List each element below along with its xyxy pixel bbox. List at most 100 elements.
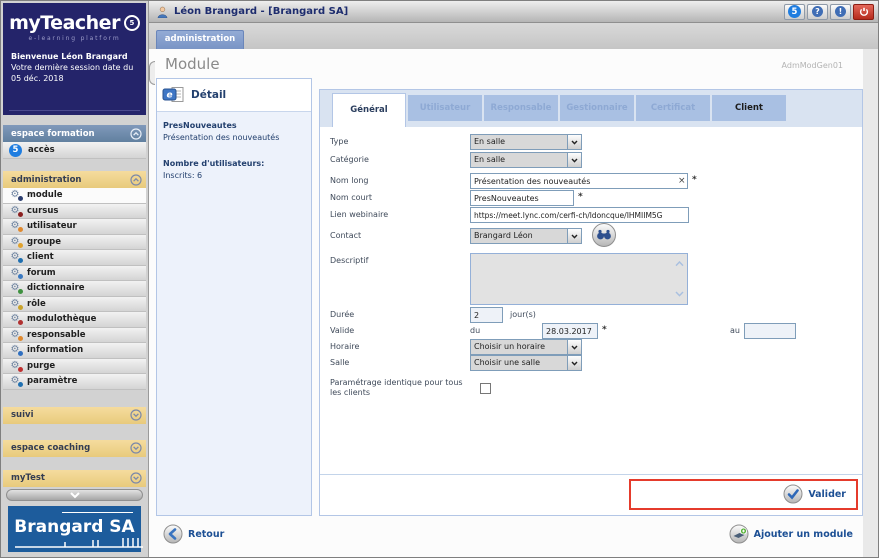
help-button[interactable]: ? [807, 4, 828, 20]
detail-icon: e [162, 86, 185, 104]
clear-icon[interactable]: × [678, 177, 686, 186]
detail-panel: e Détail PresNouveautes Présentation des… [156, 78, 312, 516]
required-asterisk: * [578, 192, 583, 202]
tab-certificat[interactable]: Certificat [636, 95, 710, 121]
tab-client[interactable]: Client [712, 95, 786, 121]
sidebar-item-groupe[interactable]: ⚙groupe [3, 235, 146, 251]
sidebar-item-client[interactable]: ⚙client [3, 250, 146, 266]
valider-button[interactable]: Valider [783, 484, 846, 504]
sidebar-section-espace-formation[interactable]: espace formation [3, 125, 146, 142]
lien-webinaire-label: Lien webinaire [330, 210, 472, 220]
tab-utilisateur[interactable]: Utilisateur [408, 95, 482, 121]
sidebar-item-information[interactable]: ⚙information [3, 343, 146, 359]
duree-label: Durée [330, 310, 472, 320]
tab-administration[interactable]: administration [156, 30, 244, 49]
cursus-icon: ⚙ [9, 206, 21, 216]
categorie-select[interactable]: En salle [470, 152, 582, 168]
type-label: Type [330, 137, 472, 147]
sidebar-item-cursus[interactable]: ⚙cursus [3, 204, 146, 220]
last-session-line: Votre dernière session date du 05 déc. 2… [11, 62, 138, 84]
check-icon [783, 484, 803, 504]
scroll-down-icon[interactable] [675, 291, 684, 297]
question-icon: ? [812, 6, 823, 17]
lien-webinaire-input[interactable] [470, 207, 689, 223]
tab-gestionnaire[interactable]: Gestionnaire [560, 95, 634, 121]
notifications-button[interactable]: 5 [784, 4, 805, 20]
footer-separator [320, 474, 862, 475]
sidebar-item-dictionnaire[interactable]: ⚙dictionnaire [3, 281, 146, 297]
collapse-panel-handle[interactable] [149, 61, 155, 85]
tab-general[interactable]: Général [332, 93, 406, 127]
salle-select[interactable]: Choisir une salle [470, 355, 582, 371]
title-bar: Léon Brangard - [Brangard SA] 5 ? ! [149, 1, 878, 23]
sidebar-section-suivi[interactable]: suivi [3, 407, 146, 424]
dictionnaire-icon: ⚙ [9, 283, 21, 293]
enrolled-count: Inscrits: 6 [163, 170, 305, 182]
window-title: Léon Brangard - [Brangard SA] [174, 6, 778, 17]
back-icon [163, 524, 183, 544]
brand-logo: myTeacher [9, 12, 120, 34]
duree-input[interactable] [470, 307, 503, 323]
chevron-up-icon [130, 174, 142, 186]
chevron-down-icon [130, 472, 142, 484]
purge-icon: ⚙ [9, 361, 21, 371]
svg-text:e: e [166, 91, 172, 101]
company-logo-topline [62, 512, 133, 514]
sidebar-item-responsable[interactable]: ⚙responsable [3, 328, 146, 344]
chevron-down-icon [130, 442, 142, 454]
sidebar-section-mytest[interactable]: myTest [3, 470, 146, 487]
info-button[interactable]: ! [830, 4, 851, 20]
search-contact-button[interactable] [591, 222, 617, 248]
sidebar-item-purge[interactable]: ⚙purge [3, 359, 146, 375]
valide-du-input[interactable] [542, 323, 598, 339]
exclamation-icon: ! [835, 6, 846, 17]
page-title: Module [165, 55, 220, 73]
nom-court-input[interactable] [470, 190, 574, 206]
dropdown-arrow-icon [567, 135, 581, 149]
welcome-line: Bienvenue Léon Brangard [11, 51, 138, 62]
forum-icon: ⚙ [9, 268, 21, 278]
tab-responsable[interactable]: Responsable [484, 95, 558, 121]
dropdown-arrow-icon [567, 356, 581, 370]
scroll-up-icon[interactable] [675, 261, 684, 267]
valide-au-input[interactable] [744, 323, 796, 339]
sidebar-item-parametre[interactable]: ⚙paramètre [3, 374, 146, 390]
sidebar-item-acces[interactable]: 5 accès [3, 142, 146, 159]
sidebar-item-modulotheque[interactable]: ⚙modulothèque [3, 312, 146, 328]
ajouter-module-button[interactable]: Ajouter un module [729, 524, 853, 544]
detail-panel-title: Détail [191, 89, 226, 101]
contact-select[interactable]: Brangard Léon [470, 228, 582, 244]
salle-label: Salle [330, 358, 472, 368]
company-logo: Brangard SA [8, 506, 141, 552]
brand-tagline: e-learning platform [11, 35, 138, 42]
sidebar-spacer [1, 457, 148, 470]
type-select[interactable]: En salle [470, 134, 582, 150]
valide-label: Valide [330, 326, 472, 336]
parametrage-checkbox[interactable] [480, 383, 491, 394]
page-code: AdmModGen01 [782, 61, 843, 70]
sidebar-item-utilisateur[interactable]: ⚙utilisateur [3, 219, 146, 235]
categorie-label: Catégorie [330, 155, 472, 165]
sidebar-item-module[interactable]: ⚙module [3, 188, 146, 204]
titlebar-buttons: 5 ? ! [784, 4, 874, 20]
logo-separator [9, 110, 140, 111]
sidebar-item-role[interactable]: ⚙rôle [3, 297, 146, 313]
logout-button[interactable] [853, 4, 874, 20]
horaire-select[interactable]: Choisir un horaire [470, 339, 582, 355]
utilisateur-icon: ⚙ [9, 221, 21, 231]
sidebar-section-espace-coaching[interactable]: espace coaching [3, 440, 146, 457]
detail-panel-header: e Détail [157, 79, 311, 112]
sidebar-spacer [1, 424, 148, 440]
descriptif-textarea[interactable] [470, 253, 688, 305]
sidebar-section-administration[interactable]: administration [3, 171, 146, 188]
retour-button[interactable]: Retour [163, 524, 224, 544]
module-page: Module AdmModGen01 e Détail PresNouveaut… [149, 49, 863, 558]
required-asterisk: * [692, 175, 697, 185]
dropdown-arrow-icon [567, 340, 581, 354]
descriptif-label: Descriptif [330, 256, 472, 266]
sidebar-scroll-down[interactable] [6, 489, 143, 501]
nom-long-input[interactable] [470, 173, 688, 189]
sidebar-spacer [1, 390, 148, 407]
sidebar-item-forum[interactable]: ⚙forum [3, 266, 146, 282]
contact-label: Contact [330, 231, 472, 241]
